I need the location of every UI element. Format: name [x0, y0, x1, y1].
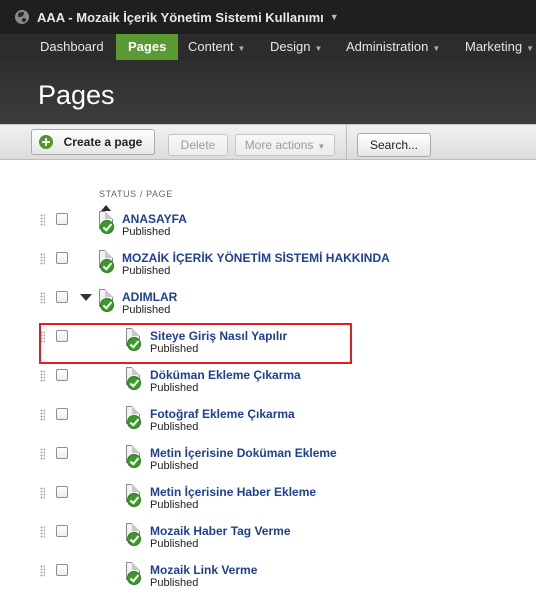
site-topbar: AAA - Mozaik İçerik Yönetim Sistemi Kull… — [0, 0, 536, 34]
row-checkbox[interactable] — [56, 525, 68, 537]
list-item[interactable]: Fotoğraf Ekleme Çıkarma Published — [0, 406, 536, 445]
list-item[interactable]: Mozaik Haber Tag Verme Published — [0, 523, 536, 562]
home-icon — [101, 205, 111, 211]
published-check-icon — [127, 454, 141, 468]
status-page-header: STATUS / PAGE — [99, 189, 173, 199]
nav-item-marketing[interactable]: Marketing ▼ — [465, 34, 534, 60]
nav-item-label: Content — [188, 39, 234, 54]
page-link[interactable]: Döküman Ekleme Çıkarma — [150, 368, 301, 382]
chevron-down-icon: ▼ — [526, 44, 534, 53]
list-item[interactable]: ANASAYFA Published — [0, 205, 536, 250]
nav-item-design[interactable]: Design ▼ — [270, 34, 322, 60]
list-item[interactable]: MOZAİK İÇERİK YÖNETİM SİSTEMİ HAKKINDA P… — [0, 250, 536, 289]
page-status: Published — [122, 304, 171, 316]
nav-item-label: Marketing — [465, 39, 523, 54]
nav-item-label: Administration — [346, 39, 429, 54]
nav-item-label: Dashboard — [40, 39, 104, 54]
drag-handle-icon[interactable] — [40, 409, 45, 421]
published-check-icon — [127, 376, 141, 390]
row-checkbox[interactable] — [56, 291, 68, 303]
list-item[interactable]: Metin İçerisine Doküman Ekleme Published — [0, 445, 536, 484]
row-checkbox[interactable] — [56, 564, 68, 576]
published-check-icon — [127, 571, 141, 585]
row-checkbox[interactable] — [56, 369, 68, 381]
chevron-down-icon: ▼ — [432, 44, 441, 53]
page-status: Published — [150, 499, 199, 511]
page-status: Published — [150, 538, 199, 550]
drag-handle-icon[interactable] — [40, 253, 45, 265]
main-nav: Dashboard Pages Content ▼ Design ▼ Adminis… — [0, 34, 536, 60]
site-title[interactable]: AAA - Mozaik İçerik Yönetim Sistemi Kull… — [37, 10, 324, 25]
create-page-button[interactable]: Create a page — [31, 129, 155, 155]
row-checkbox[interactable] — [56, 486, 68, 498]
chevron-down-icon[interactable]: ▼ — [330, 12, 339, 22]
more-actions-label: More actions — [244, 138, 314, 152]
globe-icon — [15, 10, 29, 24]
page-link[interactable]: Fotoğraf Ekleme Çıkarma — [150, 407, 295, 421]
page-link[interactable]: Metin İçerisine Haber Ekleme — [150, 485, 316, 499]
published-check-icon — [100, 220, 114, 234]
published-check-icon — [100, 298, 114, 312]
page-status: Published — [150, 460, 199, 472]
row-checkbox[interactable] — [56, 408, 68, 420]
more-actions-button[interactable]: More actions ▼ — [235, 134, 335, 156]
highlight-box — [39, 323, 352, 364]
drag-handle-icon[interactable] — [40, 487, 45, 499]
drag-handle-icon[interactable] — [40, 292, 45, 304]
page-status: Published — [150, 577, 199, 589]
nav-item-administration[interactable]: Administration ▼ — [346, 34, 440, 60]
page-status: Published — [122, 265, 171, 277]
nav-item-dashboard[interactable]: Dashboard — [40, 34, 104, 60]
page-status: Published — [150, 382, 199, 394]
add-icon — [39, 135, 53, 149]
toolbar-divider — [346, 125, 347, 160]
chevron-down-icon: ▼ — [314, 44, 323, 53]
nav-item-content[interactable]: Content ▼ — [188, 34, 245, 60]
nav-item-pages[interactable]: Pages — [116, 34, 179, 60]
published-check-icon — [127, 493, 141, 507]
drag-handle-icon[interactable] — [40, 526, 45, 538]
search-button[interactable]: Search... — [357, 133, 431, 157]
page-link[interactable]: Mozaik Haber Tag Verme — [150, 524, 291, 538]
page-link[interactable]: ADIMLAR — [122, 290, 177, 304]
list-item[interactable]: Metin İçerisine Haber Ekleme Published — [0, 484, 536, 523]
nav-item-label: Design — [270, 39, 311, 54]
expand-toggle-icon[interactable] — [80, 294, 92, 301]
list-item[interactable]: Döküman Ekleme Çıkarma Published — [0, 367, 536, 406]
nav-item-label: Pages — [128, 39, 167, 54]
delete-label: Delete — [180, 138, 216, 152]
toolbar: Create a page Delete More actions ▼ Searc… — [0, 124, 536, 160]
published-check-icon — [127, 532, 141, 546]
page-link[interactable]: ANASAYFA — [122, 212, 187, 226]
search-label: Search... — [369, 138, 419, 152]
published-check-icon — [127, 415, 141, 429]
published-check-icon — [100, 259, 114, 273]
page-link[interactable]: Mozaik Link Verme — [150, 563, 257, 577]
drag-handle-icon[interactable] — [40, 370, 45, 382]
page-header: Pages — [0, 60, 536, 124]
drag-handle-icon[interactable] — [40, 448, 45, 460]
page-link[interactable]: MOZAİK İÇERİK YÖNETİM SİSTEMİ HAKKINDA — [122, 251, 390, 265]
page-status: Published — [150, 421, 199, 433]
page-title: Pages — [38, 80, 115, 110]
row-checkbox[interactable] — [56, 252, 68, 264]
row-checkbox[interactable] — [56, 213, 68, 225]
row-checkbox[interactable] — [56, 447, 68, 459]
chevron-down-icon: ▼ — [317, 142, 326, 151]
chevron-down-icon: ▼ — [237, 44, 246, 53]
page-link[interactable]: Metin İçerisine Doküman Ekleme — [150, 446, 337, 460]
page-status: Published — [122, 226, 171, 238]
delete-button[interactable]: Delete — [168, 134, 228, 156]
create-page-label: Create a page — [63, 135, 143, 149]
drag-handle-icon[interactable] — [40, 565, 45, 577]
drag-handle-icon[interactable] — [40, 214, 45, 226]
